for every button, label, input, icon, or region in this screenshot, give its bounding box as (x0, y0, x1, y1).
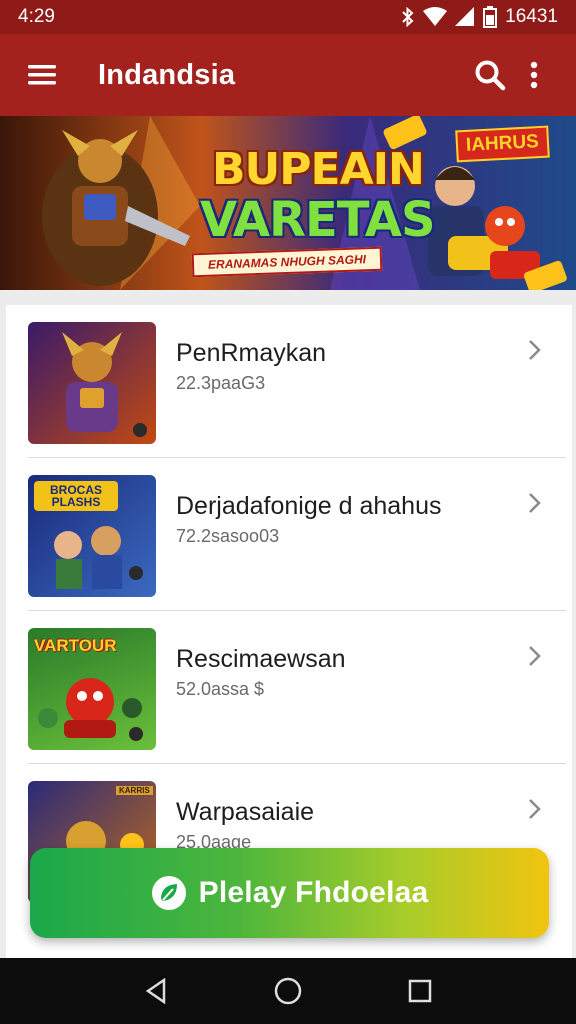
item-meta: 52.0assa $ (176, 679, 265, 699)
app-title: Indandsia (98, 58, 236, 91)
promo-banner[interactable]: BUPEAIN IAHRUS BUPEAIN VARETAS ERANAMAS … (0, 116, 576, 290)
chevron-right-icon (529, 646, 541, 666)
home-circle-icon (274, 977, 302, 1005)
item-title: PenRmaykan (176, 339, 327, 367)
banner-tagline-text: ERANAMAS NHUGH SAGHI (207, 252, 367, 272)
banner-badge: IAHRUS (455, 125, 550, 163)
recents-square-icon (408, 979, 432, 1003)
back-triangle-icon (145, 978, 166, 1004)
item-title: Rescimaewsan (176, 645, 346, 673)
list-item[interactable]: BROCAS PLASHS Derjadafonige d ahahus 72.… (6, 458, 572, 611)
bluetooth-icon (402, 7, 414, 27)
thumb-caption: VARTOUR (34, 636, 117, 655)
chevron-right-icon (529, 493, 541, 513)
more-vert-icon (530, 61, 538, 89)
item-title: Warpasaiaie (176, 798, 315, 826)
list-item[interactable]: PenRmaykan 22.3paaG3 (6, 305, 572, 458)
battery-text: 16431 (505, 6, 558, 27)
item-thumbnail: VARTOUR (28, 628, 156, 750)
menu-button[interactable] (20, 53, 64, 97)
banner-headline-2: VARETAS (200, 192, 436, 248)
recents-button[interactable] (396, 967, 444, 1015)
item-title: Derjadafonige d ahahus (176, 492, 442, 520)
system-nav-bar (0, 958, 576, 1024)
play-store-icon (151, 876, 186, 910)
overflow-menu-button[interactable] (512, 53, 556, 97)
battery-icon (483, 6, 498, 28)
armored-warrior-art (62, 332, 147, 437)
banner-headline-1: BUPEAIN (212, 144, 425, 195)
list-item[interactable]: VARTOUR Rescimaewsan 52.0assa $ (6, 611, 572, 764)
status-time: 4:29 (18, 6, 55, 27)
search-icon (475, 60, 506, 91)
hamburger-icon (28, 65, 56, 85)
item-meta: 22.3paaG3 (176, 373, 266, 393)
app-bar: Indandsia (0, 34, 576, 116)
status-bar: 4:29 16431 (0, 0, 576, 34)
back-button[interactable] (132, 967, 180, 1015)
play-button-label: Plelay Fhdoelaa (198, 876, 429, 909)
chevron-right-icon (529, 340, 541, 360)
thumb-caption: BROCAS PLASHS (49, 483, 102, 509)
status-icons: 16431 (401, 6, 558, 28)
home-button[interactable] (264, 967, 312, 1015)
thumb-caption: KARRIS (116, 786, 153, 795)
item-thumbnail (28, 322, 156, 444)
chevron-right-icon (529, 799, 541, 819)
search-button[interactable] (468, 53, 512, 97)
wifi-icon (423, 7, 448, 26)
signal-icon (455, 7, 475, 26)
play-button[interactable]: Plelay Fhdoelaa (30, 848, 549, 938)
item-meta: 72.2sasoo03 (176, 526, 280, 546)
item-thumbnail: BROCAS PLASHS (28, 475, 156, 597)
